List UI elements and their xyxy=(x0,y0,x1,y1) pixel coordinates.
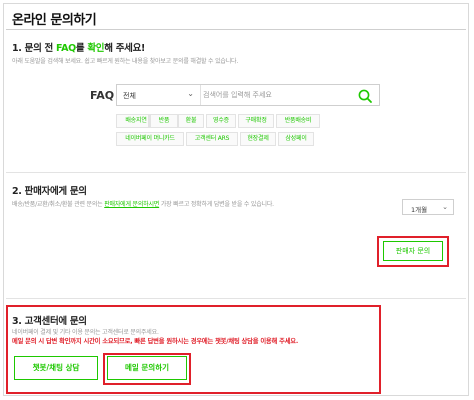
support-section-description: 네이버페이 결제 및 기타 이용 문의는 고객센터로 문의주세요. xyxy=(12,329,159,336)
title-divider xyxy=(6,29,466,30)
seller-desc-prefix: 배송/반품/교환/취소/환불 관련 문의는 xyxy=(12,201,105,208)
chatbot-chat-button[interactable]: 챗봇/채팅 상담 xyxy=(14,356,98,380)
faq-chip[interactable]: 환불 xyxy=(178,114,204,128)
seller-desc-suffix: 가장 빠르고 정확하게 답변을 받을 수 있습니다. xyxy=(159,201,274,208)
faq-title-mid: 를 xyxy=(75,43,88,54)
seller-inquiry-button[interactable]: 판매자 문의 xyxy=(383,241,443,261)
faq-category-value: 전체 xyxy=(123,92,136,100)
faq-title-confirm: 확인 xyxy=(87,43,105,54)
faq-label: FAQ xyxy=(90,89,115,102)
support-warning-text: 메일 문의 시 답변 확인까지 시간이 소요되므로, 빠른 답변을 원하시는 경… xyxy=(12,338,299,345)
faq-chip[interactable]: 고객센터 ARS xyxy=(186,132,238,146)
faq-search-box: 전체 ⌄ xyxy=(116,84,380,106)
faq-chip[interactable]: 반품 xyxy=(150,114,178,128)
seller-section-title: 2. 판매자에게 문의 xyxy=(12,186,87,197)
chevron-down-icon: ⌄ xyxy=(187,89,194,98)
section-divider xyxy=(6,298,466,299)
search-icon[interactable] xyxy=(357,88,373,104)
faq-title-suffix: 해 주세요! xyxy=(104,43,146,54)
seller-desc-link[interactable]: 판매자에게 문의하시면 xyxy=(104,201,159,208)
faq-chip[interactable]: 현장결제 xyxy=(240,132,276,146)
period-select[interactable]: 1개월 ⌄ xyxy=(402,199,454,215)
faq-title-faq: FAQ xyxy=(55,43,76,54)
faq-chip[interactable]: 영수증 xyxy=(206,114,236,128)
faq-chip[interactable]: 삼성페이 xyxy=(278,132,314,146)
page-title: 온라인 문의하기 xyxy=(12,13,97,28)
faq-section-description: 아래 도움말을 검색해 보세요. 쉽고 빠르게 원하는 내용을 찾아보고 문의를… xyxy=(12,58,239,65)
section-divider xyxy=(6,172,466,173)
chevron-down-icon: ⌄ xyxy=(442,203,448,211)
faq-category-select[interactable]: 전체 ⌄ xyxy=(117,85,201,105)
faq-section-title: 1. 문의 전 FAQ를 확인해 주세요! xyxy=(12,40,145,54)
period-value: 1개월 xyxy=(411,206,428,214)
mail-inquiry-button[interactable]: 메일 문의하기 xyxy=(107,356,187,380)
faq-chip[interactable]: 반품배송비 xyxy=(276,114,320,128)
faq-chip[interactable]: 네이버페이 머니카드 xyxy=(116,132,184,146)
faq-search-input[interactable] xyxy=(203,86,353,104)
faq-chip[interactable]: 구매확정 xyxy=(238,114,274,128)
seller-section-description: 배송/반품/교환/취소/환불 관련 문의는 판매자에게 문의하시면 가장 빠르고… xyxy=(12,199,274,208)
faq-title-prefix: 1. 문의 전 xyxy=(12,43,56,54)
support-section-title: 3. 고객센터에 문의 xyxy=(12,316,87,327)
